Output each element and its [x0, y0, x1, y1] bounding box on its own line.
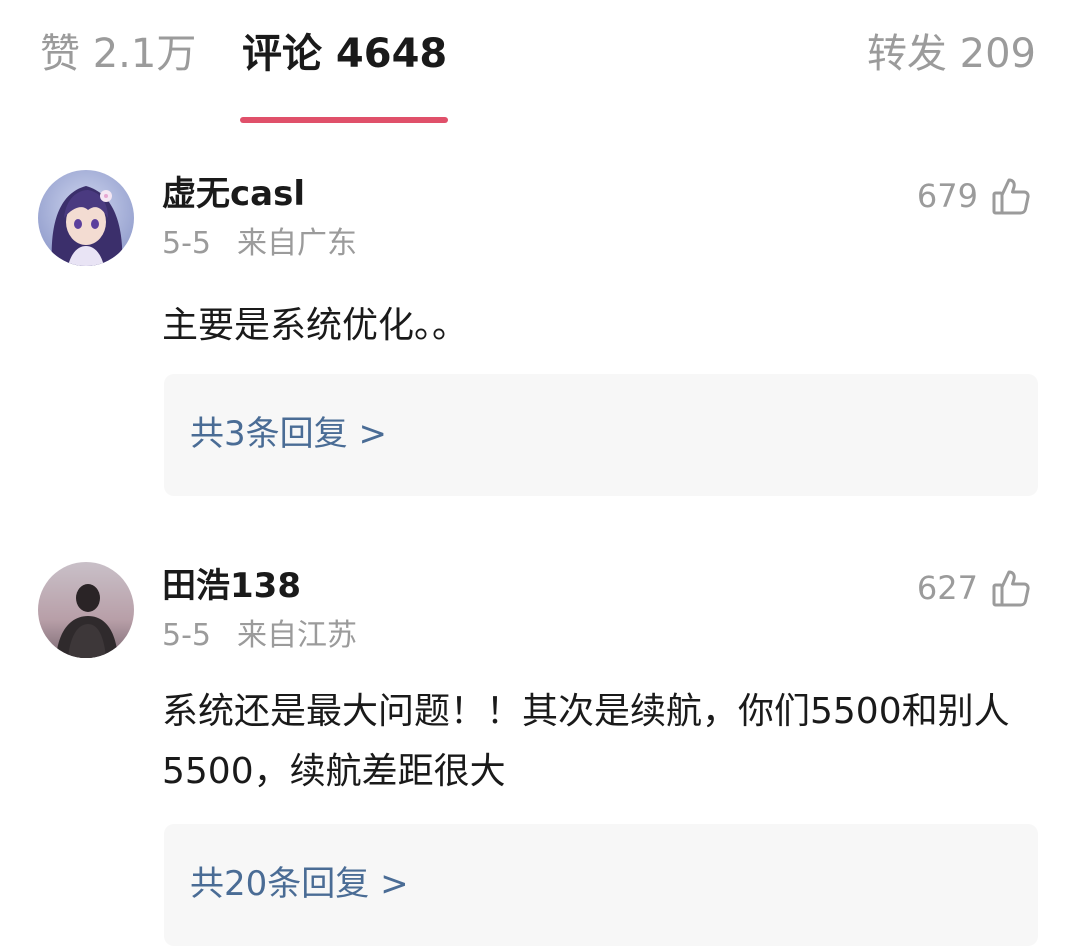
comment-location: 来自江苏 — [237, 618, 357, 653]
thumbs-up-icon — [992, 176, 1030, 216]
username[interactable]: 田浩138 — [162, 560, 301, 612]
comment-text: 主要是系统优化。。 — [162, 305, 469, 346]
comment-location: 来自广东 — [237, 226, 357, 261]
like-button[interactable]: 679 — [917, 170, 1030, 222]
tab-comments[interactable]: 评论 4648 — [242, 28, 447, 80]
comment-date: 5-5 — [162, 618, 211, 653]
comment-text: 系统还是最大问题！！其次是续航，你们5500和别人5500，续航差距很大 — [162, 691, 1010, 792]
tab-bar: 赞 2.1万 评论 4648 转发 209 — [0, 0, 1080, 130]
silhouette-avatar-icon — [38, 562, 134, 658]
comment-date: 5-5 — [162, 226, 211, 261]
replies-label: 共20条回复 > — [190, 864, 409, 904]
view-replies-button[interactable]: 共20条回复 > — [164, 824, 1038, 946]
avatar[interactable] — [38, 170, 134, 266]
tab-likes[interactable]: 赞 2.1万 — [40, 28, 196, 80]
username[interactable]: 虚无casl — [162, 168, 305, 220]
comment-meta: 5-5 来自江苏 — [162, 614, 357, 658]
thumbs-up-icon — [992, 568, 1030, 608]
avatar[interactable] — [38, 562, 134, 658]
view-replies-button[interactable]: 共3条回复 > — [164, 374, 1038, 496]
like-button[interactable]: 627 — [917, 562, 1030, 614]
anime-girl-avatar-icon — [38, 170, 134, 266]
replies-label: 共3条回复 > — [190, 414, 387, 454]
active-tab-indicator — [240, 117, 448, 123]
like-count: 679 — [916, 177, 978, 215]
comment-meta: 5-5 来自广东 — [162, 222, 357, 266]
like-count: 627 — [916, 569, 978, 607]
tab-reposts[interactable]: 转发 209 — [867, 28, 1036, 80]
